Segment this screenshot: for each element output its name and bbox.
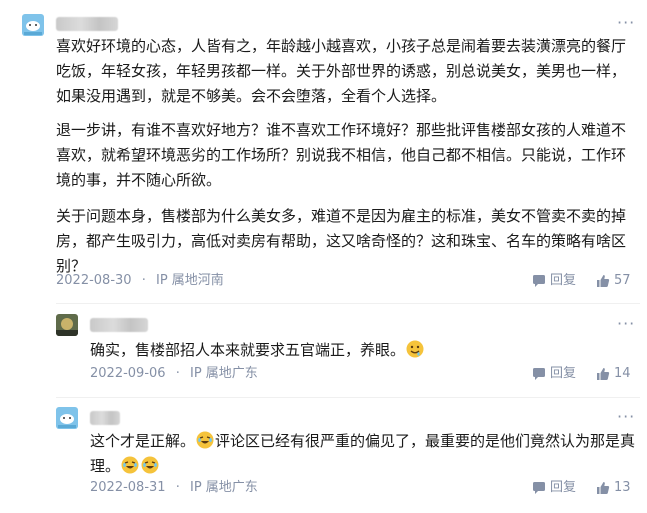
like-count: 14 xyxy=(614,366,631,381)
comment-location: IP 属地河南 xyxy=(155,273,224,288)
reply-meta: 2022-09-06 · IP 属地广东 xyxy=(90,365,258,383)
divider xyxy=(56,397,640,398)
separator-dot: · xyxy=(175,366,180,381)
drool-emoji-icon xyxy=(406,340,424,358)
reply-button[interactable]: 回复 xyxy=(532,479,576,497)
avatar[interactable] xyxy=(22,14,44,36)
reply-button[interactable]: 回复 xyxy=(532,365,576,383)
reply-location: IP 属地广东 xyxy=(189,366,258,381)
reply-meta: 2022-08-31 · IP 属地广东 xyxy=(90,479,258,497)
reply-date: 2022-08-31 xyxy=(90,480,166,495)
comment-date: 2022-08-30 xyxy=(56,273,132,288)
divider xyxy=(56,303,640,304)
reply-text: 确实，售楼部招人本来就要求五官端正，养眼。 xyxy=(90,338,640,363)
avatar[interactable] xyxy=(56,407,78,429)
comment-meta: 2022-08-30 · IP 属地河南 xyxy=(56,272,224,290)
username-blurred[interactable] xyxy=(90,411,120,425)
reply-icon xyxy=(533,368,545,380)
laughing-tears-emoji-icon xyxy=(196,431,214,449)
like-count: 57 xyxy=(614,273,631,288)
laughing-tears-emoji-icon xyxy=(141,456,159,474)
reply-location: IP 属地广东 xyxy=(189,480,258,495)
avatar[interactable] xyxy=(56,314,78,336)
like-button[interactable]: 57 xyxy=(596,272,631,290)
reply-label: 回复 xyxy=(550,366,577,381)
thumb-up-icon xyxy=(597,482,610,494)
reply-date: 2022-09-06 xyxy=(90,366,166,381)
more-dots-icon[interactable]: ··· xyxy=(617,316,635,332)
thumb-up-icon xyxy=(597,275,610,287)
reply-icon xyxy=(533,275,545,287)
more-dots-icon[interactable]: ··· xyxy=(617,15,635,31)
more-dots-icon[interactable]: ··· xyxy=(617,409,635,425)
like-button[interactable]: 13 xyxy=(596,479,631,497)
username-blurred[interactable] xyxy=(90,318,148,332)
thumb-up-icon xyxy=(597,368,610,380)
like-button[interactable]: 14 xyxy=(596,365,631,383)
comment-paragraph: 关于问题本身，售楼部为什么美女多，难道不是因为雇主的标准，美女不管卖不卖的掉房，… xyxy=(56,207,627,275)
like-count: 13 xyxy=(614,480,631,495)
reply-label: 回复 xyxy=(550,273,577,288)
username-blurred[interactable] xyxy=(56,17,118,31)
separator-dot: · xyxy=(141,273,146,288)
reply-text: 这个才是正解。 评论区已经有很严重的偏见了，最重要的是他们竟然认为那是真理。 xyxy=(90,431,636,475)
comment-paragraph: 喜欢好环境的心态，人皆有之，年龄越小越喜欢，小孩子总是闹着要去装潢漂亮的餐厅吃饭… xyxy=(56,37,627,105)
reply-button[interactable]: 回复 xyxy=(532,272,576,290)
reply-icon xyxy=(533,482,545,494)
reply-label: 回复 xyxy=(550,480,577,495)
comment-paragraph: 退一步讲，有谁不喜欢好地方？谁不喜欢工作环境好？那些批评售楼部女孩的人难道不喜欢… xyxy=(56,121,627,189)
separator-dot: · xyxy=(175,480,180,495)
laughing-tears-emoji-icon xyxy=(121,456,139,474)
